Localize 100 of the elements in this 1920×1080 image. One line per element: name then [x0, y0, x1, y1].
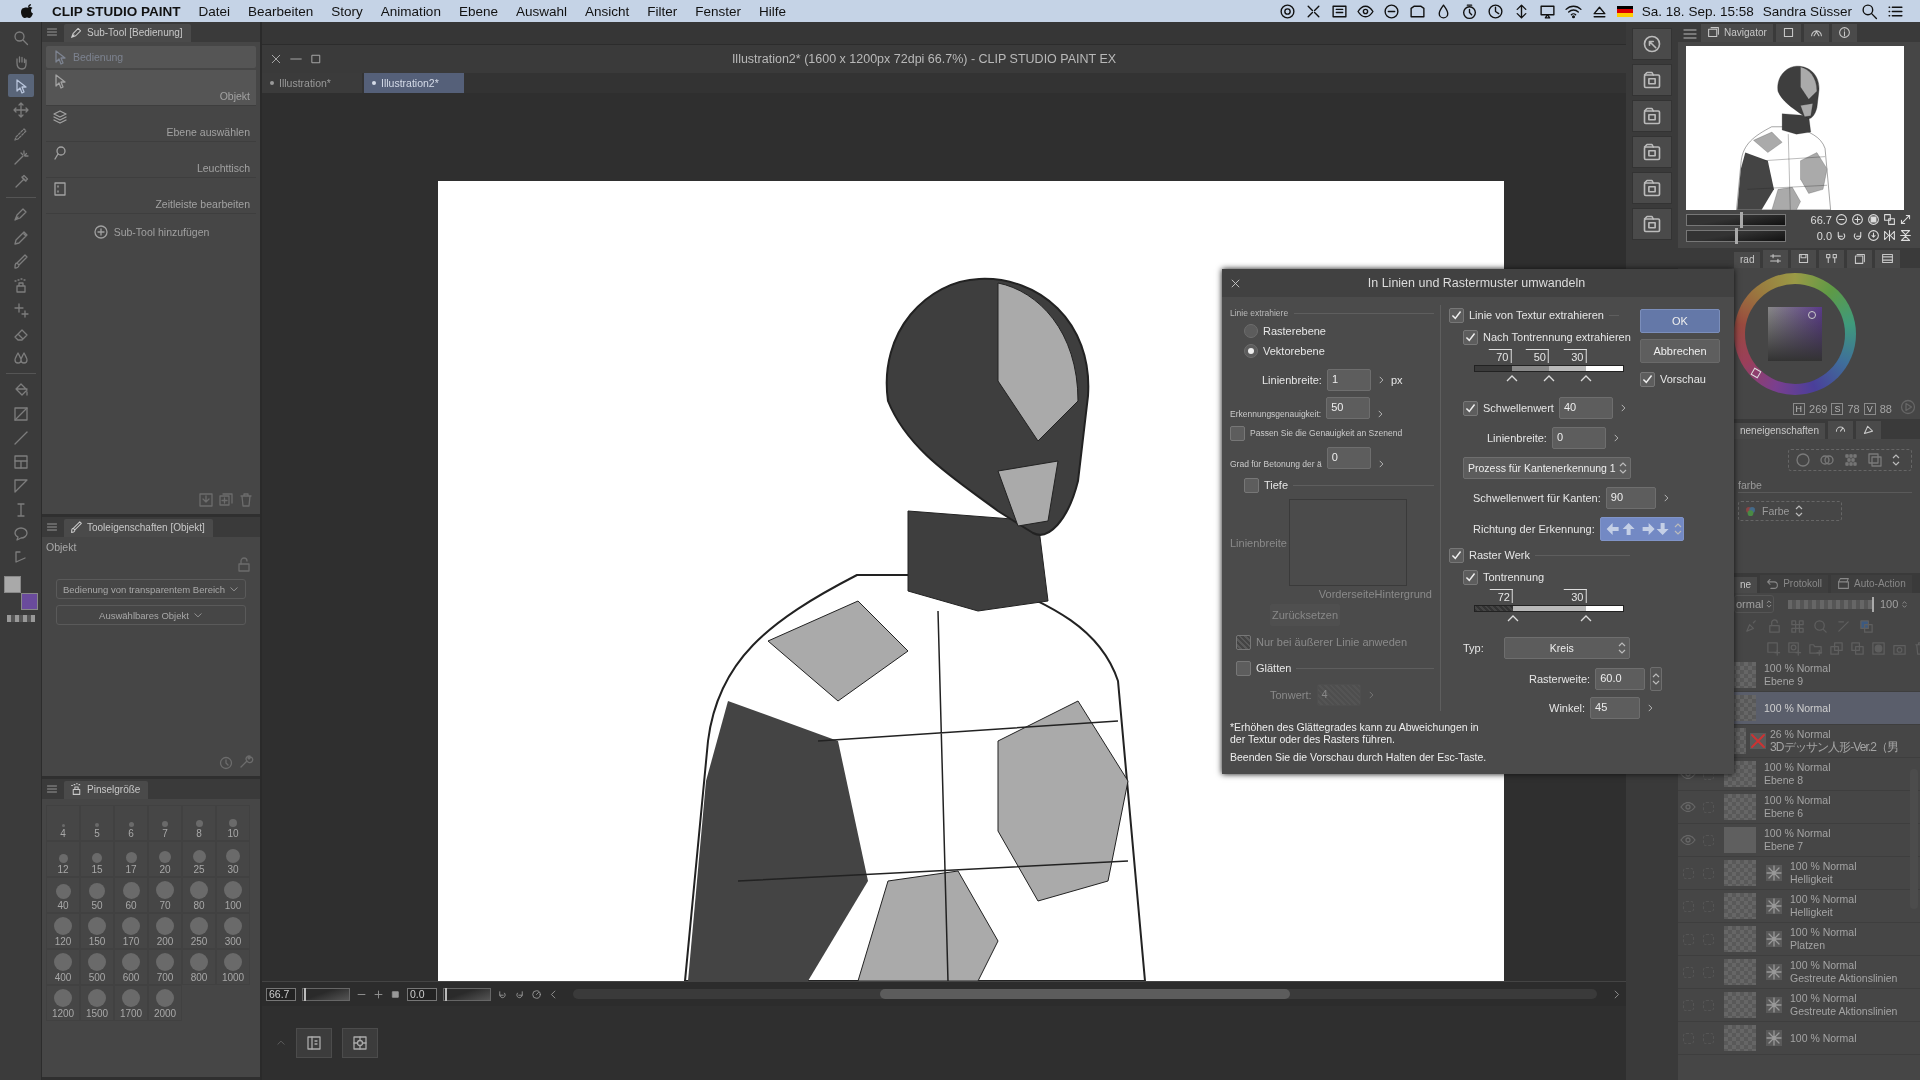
zoom-value: 66.7 [1810, 213, 1832, 226]
subtool-item[interactable]: Leuchttisch [46, 142, 256, 178]
checkbox-label: Tiefe [1264, 479, 1289, 491]
menu-item[interactable]: Animation [380, 3, 441, 19]
dropdown[interactable]: Bedienung von transparentem Bereich [56, 579, 246, 599]
panel-tab[interactable]: neneigenschaften [1734, 423, 1825, 439]
brush-size-button[interactable]: 500 [80, 949, 114, 985]
menu-item[interactable]: Ebene [458, 3, 498, 19]
brush-size-button[interactable]: 300 [216, 913, 250, 949]
brush-size-button[interactable]: 700 [148, 949, 182, 985]
layer-row[interactable]: 100 % Normal Gestreute Aktionslinien [1678, 989, 1920, 1022]
brush-size-button[interactable]: 1200 [46, 985, 80, 1021]
brush-size-button[interactable]: 20 [148, 841, 182, 877]
ok-button[interactable]: OK [1640, 309, 1720, 333]
menu-item[interactable]: Datei [198, 3, 231, 19]
brush-size-button[interactable]: 200 [148, 913, 182, 949]
layer-name: Platzen [1790, 939, 1827, 952]
menu-item[interactable]: Filter [647, 3, 678, 19]
brush-size-button[interactable]: 150 [80, 913, 114, 949]
input-field[interactable]: 0 [1551, 427, 1606, 449]
input-field[interactable]: 1 [1326, 369, 1371, 391]
brush-size-button[interactable]: 80 [182, 877, 216, 913]
subtool-item[interactable]: Ebene auswählen [46, 106, 256, 142]
brush-size-button[interactable]: 170 [114, 913, 148, 949]
input-field[interactable]: 45 [1590, 697, 1641, 719]
brush-size-button[interactable]: 15 [80, 841, 114, 877]
subtool-item[interactable]: Zeitleiste bearbeiten [46, 178, 256, 214]
menu-item[interactable]: Story [331, 3, 363, 19]
menu-item[interactable]: Fenster [695, 3, 742, 19]
layer-row[interactable]: 100 % Normal Gestreute Aktionslinien [1678, 956, 1920, 989]
layer-blend: 100 % Normal [1764, 662, 1831, 675]
brush-size-button[interactable]: 800 [182, 949, 216, 985]
panel-tab[interactable]: Auto-Action [1831, 575, 1912, 593]
panel-tab[interactable]: Navigator [1701, 24, 1773, 42]
document-tab[interactable]: Illustration2* [364, 73, 464, 93]
menu-item[interactable]: Auswahl [515, 3, 567, 19]
angle-field[interactable]: 0.0 [407, 987, 437, 1001]
cancel-button[interactable]: Abbrechen [1640, 339, 1720, 363]
radio-label: Vektorebene [1263, 345, 1325, 357]
opacity-field[interactable]: 100 [1880, 598, 1910, 610]
panel-tab[interactable]: ne [1734, 577, 1758, 593]
layer-row[interactable]: 100 % Normal Platzen [1678, 923, 1920, 956]
brush-size-button[interactable]: 4 [46, 805, 80, 841]
brush-size-button[interactable]: 10 [216, 805, 250, 841]
brush-size-button[interactable]: 12 [46, 841, 80, 877]
layer-row[interactable]: 100 % Normal [1678, 1022, 1920, 1055]
brush-size-button[interactable]: 5 [80, 805, 114, 841]
dropdown[interactable]: Prozess für Kantenerkennung 1 [1463, 457, 1631, 479]
panel-tab[interactable]: Pinselgröße [64, 781, 149, 799]
input-field[interactable]: 40 [1558, 397, 1613, 419]
document-tab[interactable]: Illustration* [262, 73, 362, 93]
dialog-title: In Linien und Rastermuster umwandeln [1366, 276, 1587, 290]
brush-size-button[interactable]: 70 [148, 877, 182, 913]
brush-size-button[interactable]: 2000 [148, 985, 182, 1021]
app-name[interactable]: CLIP STUDIO PAINT [52, 3, 181, 19]
brush-size-button[interactable]: 250 [182, 913, 216, 949]
brush-size-button[interactable]: 25 [182, 841, 216, 877]
dropdown[interactable]: Auswählbares Objekt [56, 605, 246, 625]
layer-name: Helligkeit [1790, 873, 1834, 886]
angle-value: 0.0 [1816, 229, 1832, 242]
brush-size-button[interactable]: 8 [182, 805, 216, 841]
brush-size-button[interactable]: 50 [80, 877, 114, 913]
panel-tab[interactable]: Tooleigenschaften [Objekt] [64, 519, 213, 537]
layer-row[interactable]: 100 % Normal Helligkeit [1678, 890, 1920, 923]
zoom-field[interactable]: 66.7 [266, 987, 296, 1001]
input-field[interactable]: 50 [1326, 397, 1371, 419]
add-subtool-button[interactable]: Sub-Tool hinzufügen [92, 224, 210, 240]
layer-blend: 100 % Normal [1790, 893, 1857, 906]
brush-size-button[interactable]: 6 [114, 805, 148, 841]
brush-size-button[interactable]: 1500 [80, 985, 114, 1021]
dropdown[interactable]: Farbe [1738, 501, 1842, 521]
menu-item[interactable]: Ansicht [585, 3, 630, 19]
input-field[interactable]: 60.0 [1595, 668, 1646, 690]
brush-size-button[interactable]: 400 [46, 949, 80, 985]
channel-label: V [1863, 403, 1876, 415]
brush-size-button[interactable]: 40 [46, 877, 80, 913]
user-name[interactable]: Sandra Süsser [1762, 3, 1852, 19]
brush-size-button[interactable]: 7 [148, 805, 182, 841]
input-field[interactable]: 90 [1605, 487, 1656, 509]
subtool-item[interactable]: Objekt [46, 70, 256, 106]
layer-name: Gestreute Aktionslinien [1790, 972, 1898, 985]
brush-size-button[interactable]: 30 [216, 841, 250, 877]
preview-caption: Vorderseite [1318, 588, 1375, 600]
menu-item[interactable]: Hilfe [759, 3, 787, 19]
brush-size-button[interactable]: 600 [114, 949, 148, 985]
panel-tab[interactable]: rad [1734, 252, 1761, 268]
panel-tab[interactable]: Protokoll [1760, 575, 1829, 593]
brush-size-button[interactable]: 17 [114, 841, 148, 877]
brush-size-button[interactable]: 120 [46, 913, 80, 949]
dropdown[interactable]: Kreis [1503, 637, 1630, 659]
checkbox-label: Tontrennung [1483, 571, 1545, 583]
channel-value: 269 [1809, 403, 1828, 415]
radio-label: Rasterebene [1263, 325, 1326, 337]
brush-size-button[interactable]: 60 [114, 877, 148, 913]
menu-item[interactable]: Bearbeiten [248, 3, 314, 19]
brush-size-button[interactable]: 100 [216, 877, 250, 913]
brush-size-button[interactable]: 1000 [216, 949, 250, 985]
brush-size-button[interactable]: 1700 [114, 985, 148, 1021]
input-field[interactable]: 0 [1326, 447, 1371, 469]
panel-tab[interactable]: Sub-Tool [Bedienung] [64, 24, 191, 42]
